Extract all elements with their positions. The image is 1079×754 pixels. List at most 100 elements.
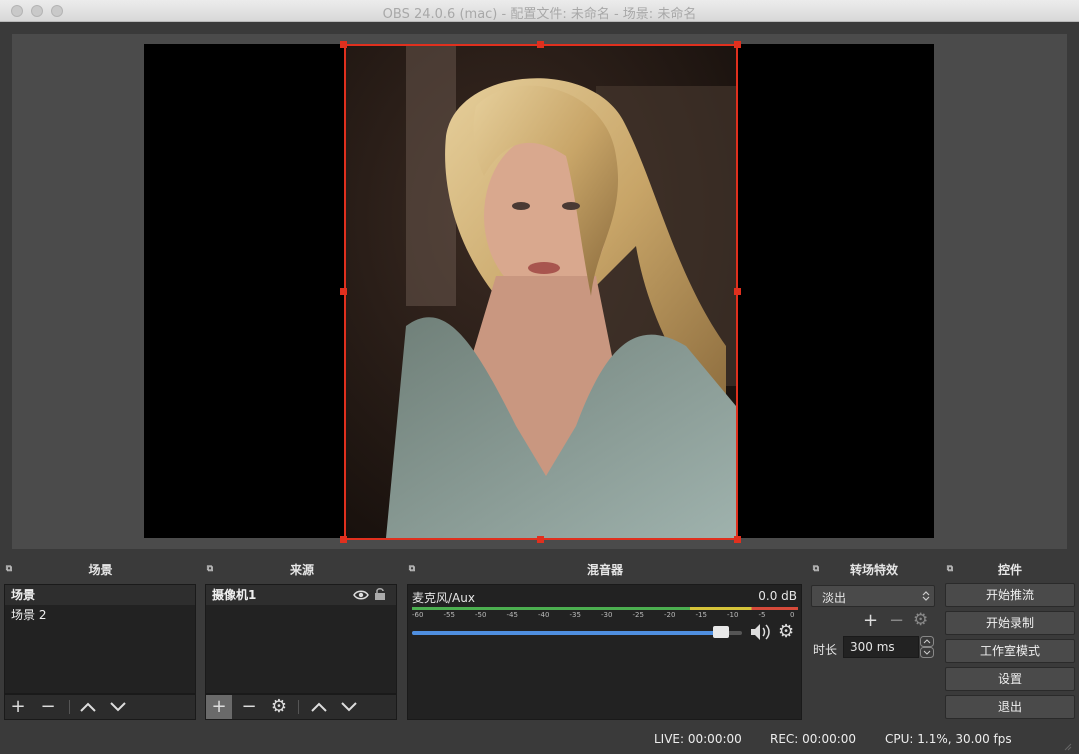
remove-source-button[interactable]: − [236,695,262,719]
window-titlebar: OBS 24.0.6 (mac) - 配置文件: 未命名 - 场景: 未命名 [0,0,1079,22]
studio-mode-button[interactable]: 工作室模式 [945,639,1075,663]
chevron-down-icon [110,702,126,712]
duration-stepper[interactable] [920,636,934,658]
add-transition-button[interactable]: + [863,610,878,631]
move-source-down-button[interactable] [336,695,362,719]
sources-dock-header: ⧉ 来源 [201,560,403,580]
resize-handle-bl[interactable] [340,536,347,543]
resize-handle-l[interactable] [340,288,347,295]
meter-tick-label: -15 [695,611,707,619]
meter-tick-label: -40 [538,611,550,619]
mixer-dock-title: 混音器 [586,563,623,577]
controls-dock: ⧉ 控件 开始推流 开始录制 工作室模式 设置 退出 [941,560,1079,724]
source-properties-button[interactable]: ⚙ [266,695,292,719]
duration-label: 时长 [813,643,838,657]
resize-handle-br[interactable] [734,536,741,543]
mixer-dock-header: ⧉ 混音器 [403,560,807,580]
sources-list[interactable]: 摄像机1 [205,584,397,694]
meter-tick-label: -45 [506,611,518,619]
scenes-dock-header: ⧉ 场景 [0,560,201,580]
start-recording-button[interactable]: 开始录制 [945,611,1075,635]
audio-meter [412,607,798,610]
stepper-arrows-icon [920,636,934,658]
sources-dock-title: 来源 [289,563,314,577]
volume-slider-handle[interactable] [712,626,729,638]
camera-source-image[interactable] [344,44,738,540]
updown-chevron-icon [922,591,930,601]
remove-scene-button[interactable]: − [35,695,61,719]
scene-item[interactable]: 场景 [5,585,195,605]
move-scene-up-button[interactable] [75,695,101,719]
rec-status: REC: 00:00:00 [770,732,857,746]
controls-dock-header: ⧉ 控件 [941,560,1079,580]
transitions-dock-header: ⧉ 转场特效 [807,560,941,580]
source-item-label: 摄像机1 [212,588,257,602]
sources-toolbar: + − ⚙ [205,694,397,720]
meter-tick-label: -55 [443,611,455,619]
resize-handle-b[interactable] [537,536,544,543]
meter-tick-label: -25 [632,611,644,619]
controls-dock-title: 控件 [997,563,1022,577]
move-scene-down-button[interactable] [105,695,131,719]
transitions-dock: ⧉ 转场特效 淡出 + − ⚙ 时长 300 ms [807,560,941,724]
unlock-icon[interactable] [374,587,386,601]
mixer-level-readout: 0.0 dB [758,589,797,603]
cpu-status: CPU: 1.1%, 30.00 fps [885,732,1012,746]
dock-float-icon[interactable]: ⧉ [407,564,417,574]
duration-input-value: 300 ms [850,640,895,654]
chevron-down-icon [341,702,357,712]
window-title: OBS 24.0.6 (mac) - 配置文件: 未命名 - 场景: 未命名 [382,7,697,22]
resize-handle-t[interactable] [537,41,544,48]
mixer-panel: 麦克风/Aux 0.0 dB -60 -55 -50 -45 -40 -35 -30 -25-… [407,584,802,720]
start-streaming-button[interactable]: 开始推流 [945,583,1075,607]
dock-float-icon[interactable]: ⧉ [4,564,14,574]
toolbar-separator [69,700,70,714]
duration-input[interactable]: 300 ms [843,636,919,658]
source-item[interactable]: 摄像机1 [206,585,396,605]
meter-tick-label: 0 [790,611,795,619]
mixer-dock: ⧉ 混音器 麦克风/Aux 0.0 dB -60 -55 -50 -45 -40 -35-… [403,560,807,724]
chevron-up-icon [311,702,327,712]
dock-float-icon[interactable]: ⧉ [205,564,215,574]
exit-button[interactable]: 退出 [945,695,1075,719]
resize-handle-r[interactable] [734,288,741,295]
add-source-button[interactable]: + [206,695,232,719]
meter-tick-label: -5 [758,611,766,619]
meter-tick-label: -50 [475,611,487,619]
portrait-photo [346,46,736,538]
scenes-toolbar: + − [4,694,196,720]
meter-tick-label: -30 [601,611,613,619]
resize-handle-tl[interactable] [340,41,347,48]
meter-ticks: -60 -55 -50 -45 -40 -35 -30 -25 -20 -15 -10 -5 0 [412,611,798,623]
speaker-icon[interactable] [750,623,772,641]
transition-select-value: 淡出 [822,591,847,605]
meter-tick-label: -20 [664,611,676,619]
sources-dock: ⧉ 来源 摄像机1 + − ⚙ [201,560,403,724]
scenes-dock-title: 场景 [88,563,113,577]
volume-slider-fill [412,631,729,635]
transitions-dock-title: 转场特效 [849,563,898,577]
meter-tick-label: -60 [412,611,424,619]
transition-properties-gear-icon[interactable]: ⚙ [913,610,928,630]
meter-tick-label: -10 [727,611,739,619]
dock-float-icon[interactable]: ⧉ [811,564,821,574]
add-scene-button[interactable]: + [5,695,31,719]
mixer-settings-gear-icon[interactable]: ⚙ [778,621,794,642]
dock-float-icon[interactable]: ⧉ [945,564,955,574]
meter-tick-label: -35 [569,611,581,619]
resize-handle-tr[interactable] [734,41,741,48]
mixer-channel-name: 麦克风/Aux [412,591,475,605]
move-source-up-button[interactable] [306,695,332,719]
eye-icon[interactable] [353,589,369,601]
chevron-up-icon [80,702,96,712]
scenes-list[interactable]: 场景 场景 2 [4,584,196,694]
remove-transition-button[interactable]: − [889,610,904,631]
live-status: LIVE: 00:00:00 [654,732,742,746]
transition-select[interactable]: 淡出 [811,585,935,607]
volume-slider[interactable] [412,626,742,638]
resize-grip-icon[interactable] [1062,740,1072,751]
scene-item[interactable]: 场景 2 [5,605,195,625]
toolbar-separator [298,700,299,714]
scenes-dock: ⧉ 场景 场景 场景 2 + − [0,560,201,724]
settings-button[interactable]: 设置 [945,667,1075,691]
